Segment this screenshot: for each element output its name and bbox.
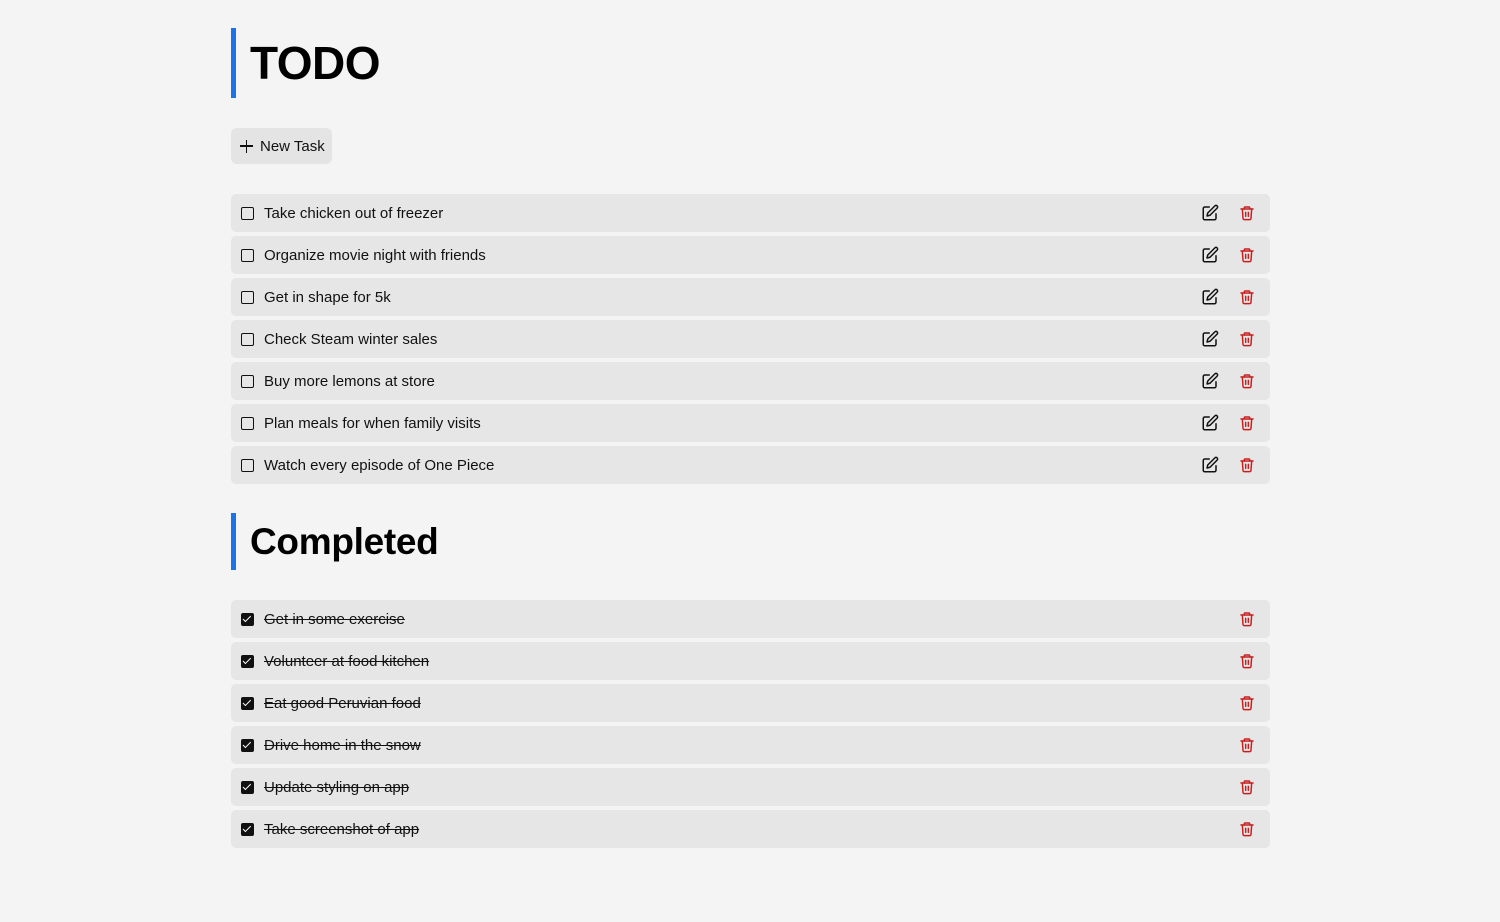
task-row: Organize movie night with friends: [231, 236, 1270, 274]
checkbox-checked-icon[interactable]: [241, 696, 254, 710]
task-row: Buy more lemons at store: [231, 362, 1270, 400]
task-row: Get in shape for 5k: [231, 278, 1270, 316]
trash-icon[interactable]: [1237, 245, 1257, 265]
task-label: Check Steam winter sales: [264, 330, 438, 348]
plus-icon: [240, 139, 253, 153]
row-actions: [1200, 413, 1257, 433]
task-row: Take chicken out of freezer: [231, 194, 1270, 232]
edit-icon[interactable]: [1200, 203, 1220, 223]
completed-heading: Completed: [231, 513, 1270, 570]
checkbox-unchecked-icon[interactable]: [241, 290, 254, 304]
trash-icon[interactable]: [1237, 413, 1257, 433]
checkbox-unchecked-icon[interactable]: [241, 248, 254, 262]
task-label: Organize movie night with friends: [264, 246, 486, 264]
row-actions: [1200, 245, 1257, 265]
task-label: Eat good Peruvian food: [264, 694, 421, 712]
row-actions: [1200, 203, 1257, 223]
task-label: Update styling on app: [264, 778, 410, 796]
trash-icon[interactable]: [1237, 455, 1257, 475]
row-actions: [1237, 693, 1257, 713]
row-actions: [1200, 371, 1257, 391]
checkbox-unchecked-icon[interactable]: [241, 374, 254, 388]
new-task-label: New Task: [260, 137, 325, 155]
app-container: TODO New Task Take chicken out of freeze…: [231, 28, 1270, 852]
todo-heading: TODO: [231, 28, 1270, 98]
edit-icon[interactable]: [1200, 371, 1220, 391]
task-row: Watch every episode of One Piece: [231, 446, 1270, 484]
row-actions: [1200, 329, 1257, 349]
row-actions: [1237, 777, 1257, 797]
trash-icon[interactable]: [1237, 651, 1257, 671]
task-label: Take chicken out of freezer: [264, 204, 444, 222]
task-label: Plan meals for when family visits: [264, 414, 481, 432]
task-row: Eat good Peruvian food: [231, 684, 1270, 722]
trash-icon[interactable]: [1237, 287, 1257, 307]
trash-icon[interactable]: [1237, 329, 1257, 349]
trash-icon[interactable]: [1237, 819, 1257, 839]
task-row: Plan meals for when family visits: [231, 404, 1270, 442]
row-actions: [1200, 287, 1257, 307]
row-actions: [1237, 819, 1257, 839]
todo-list: Take chicken out of freezer Organize mov…: [231, 194, 1270, 484]
completed-list: Get in some exercise Volunteer at food k…: [231, 600, 1270, 848]
trash-icon[interactable]: [1237, 609, 1257, 629]
trash-icon[interactable]: [1237, 203, 1257, 223]
edit-icon[interactable]: [1200, 413, 1220, 433]
task-label: Drive home in the snow: [264, 736, 421, 754]
trash-icon[interactable]: [1237, 693, 1257, 713]
trash-icon[interactable]: [1237, 777, 1257, 797]
task-label: Take screenshot of app: [264, 820, 420, 838]
checkbox-checked-icon[interactable]: [241, 738, 254, 752]
checkbox-checked-icon[interactable]: [241, 654, 254, 668]
checkbox-unchecked-icon[interactable]: [241, 206, 254, 220]
task-row: Update styling on app: [231, 768, 1270, 806]
task-label: Buy more lemons at store: [264, 372, 435, 390]
task-row: Take screenshot of app: [231, 810, 1270, 848]
new-task-button[interactable]: New Task: [231, 128, 332, 164]
edit-icon[interactable]: [1200, 455, 1220, 475]
trash-icon[interactable]: [1237, 735, 1257, 755]
task-label: Volunteer at food kitchen: [264, 652, 430, 670]
checkbox-checked-icon[interactable]: [241, 822, 254, 836]
checkbox-checked-icon[interactable]: [241, 612, 254, 626]
task-label: Watch every episode of One Piece: [264, 456, 495, 474]
row-actions: [1237, 609, 1257, 629]
row-actions: [1200, 455, 1257, 475]
task-row: Check Steam winter sales: [231, 320, 1270, 358]
checkbox-unchecked-icon[interactable]: [241, 332, 254, 346]
task-row: Volunteer at food kitchen: [231, 642, 1270, 680]
edit-icon[interactable]: [1200, 245, 1220, 265]
edit-icon[interactable]: [1200, 329, 1220, 349]
row-actions: [1237, 735, 1257, 755]
row-actions: [1237, 651, 1257, 671]
edit-icon[interactable]: [1200, 287, 1220, 307]
checkbox-unchecked-icon[interactable]: [241, 458, 254, 472]
checkbox-checked-icon[interactable]: [241, 780, 254, 794]
task-label: Get in some exercise: [264, 610, 405, 628]
task-label: Get in shape for 5k: [264, 288, 391, 306]
task-row: Drive home in the snow: [231, 726, 1270, 764]
task-row: Get in some exercise: [231, 600, 1270, 638]
checkbox-unchecked-icon[interactable]: [241, 416, 254, 430]
trash-icon[interactable]: [1237, 371, 1257, 391]
